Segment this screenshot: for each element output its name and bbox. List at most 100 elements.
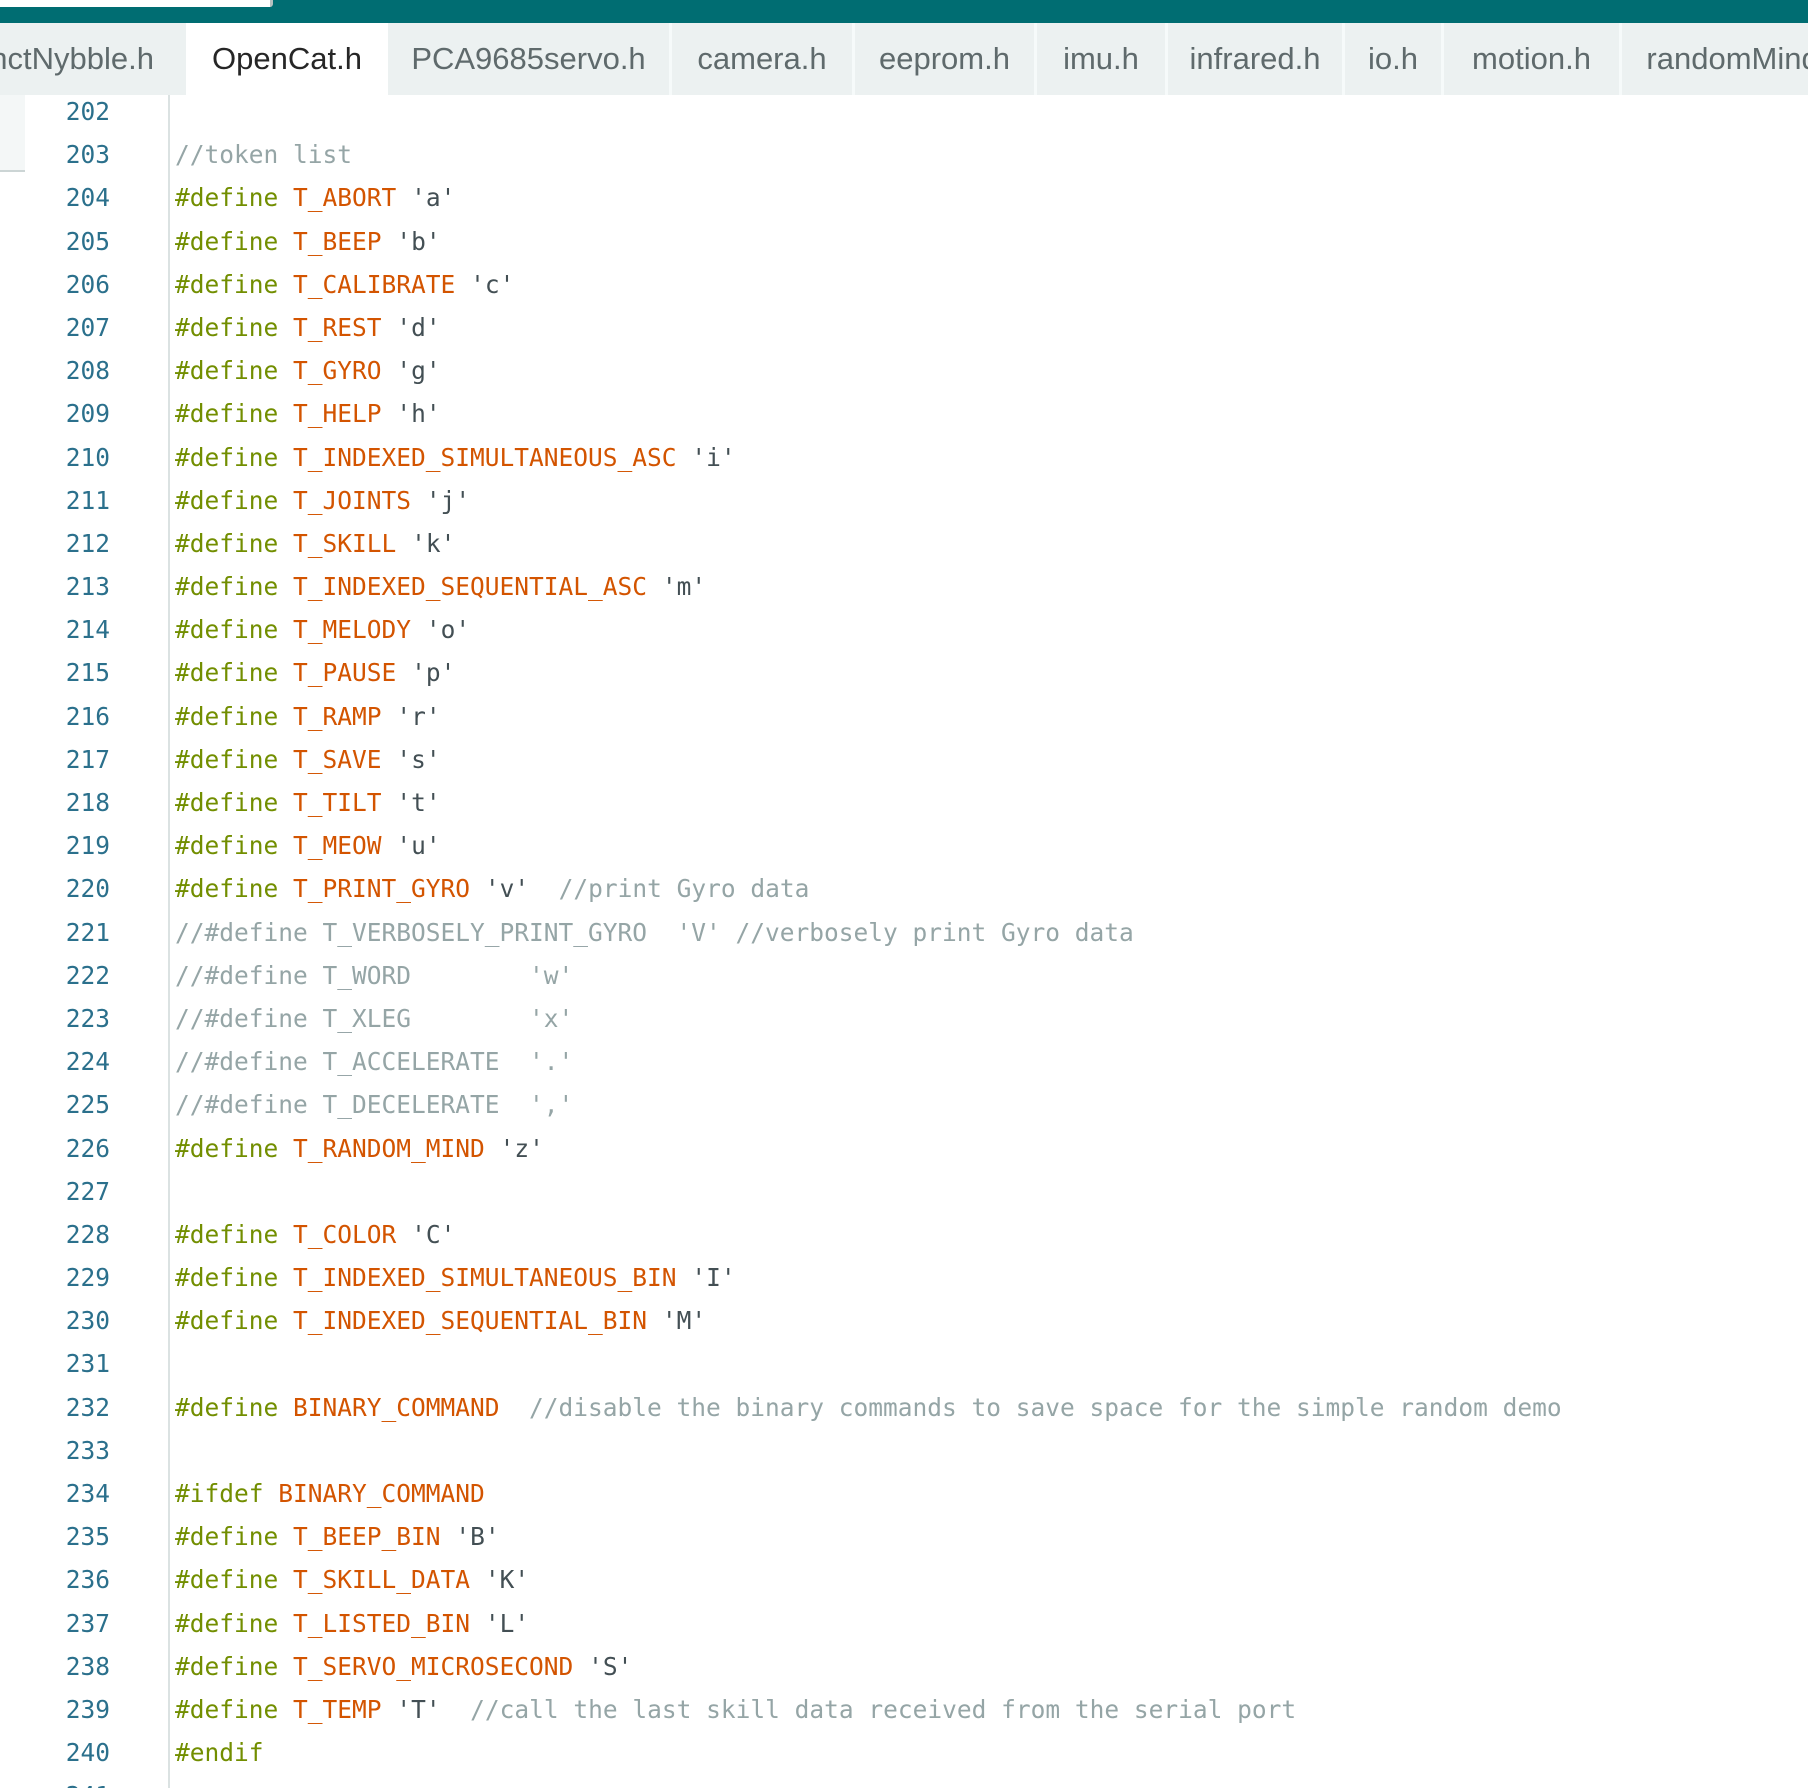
code-text: #define T_RANDOM_MIND 'z'	[175, 1127, 544, 1170]
code-line-203[interactable]: 203//token list	[0, 133, 1808, 176]
code-line-222[interactable]: 222 //#define T_WORD 'w'	[0, 954, 1808, 997]
code-text: #define T_GYRO 'g'	[175, 349, 441, 392]
tab-imu-h[interactable]: imu.h	[1034, 23, 1165, 95]
tab-label: motion.h	[1472, 41, 1591, 77]
code-line-218[interactable]: 218 #define T_TILT 't'	[0, 781, 1808, 824]
code-line-205[interactable]: 205#define T_BEEP 'b'	[0, 220, 1808, 263]
code-line-232[interactable]: 232#define BINARY_COMMAND //disable the …	[0, 1386, 1808, 1429]
code-line-226[interactable]: 226#define T_RANDOM_MIND 'z'	[0, 1127, 1808, 1170]
tab-randommind-h[interactable]: randomMind.h	[1619, 23, 1808, 95]
code-token-ch: 'm'	[662, 572, 706, 601]
code-line-212[interactable]: 212#define T_SKILL 'k'	[0, 522, 1808, 565]
code-token-pl	[278, 874, 293, 903]
code-token-com: //call the last skill data received from…	[441, 1695, 1297, 1724]
code-token-mac: T_LISTED_BIN	[293, 1609, 470, 1638]
tab-camera-h[interactable]: camera.h	[669, 23, 852, 95]
line-number: 225	[0, 1083, 110, 1126]
line-number: 232	[0, 1386, 110, 1429]
code-editor[interactable]: 202203//token list204#define T_ABORT 'a'…	[0, 95, 1808, 1788]
code-token-ch: 'B'	[455, 1522, 499, 1551]
code-line-217[interactable]: 217#define T_SAVE 's'	[0, 738, 1808, 781]
code-line-221[interactable]: 221//#define T_VERBOSELY_PRINT_GYRO 'V' …	[0, 911, 1808, 954]
tab-io-h[interactable]: io.h	[1342, 23, 1441, 95]
code-line-227[interactable]: 227	[0, 1170, 1808, 1213]
code-line-224[interactable]: 224//#define T_ACCELERATE '.'	[0, 1040, 1808, 1083]
code-line-239[interactable]: 239#define T_TEMP 'T' //call the last sk…	[0, 1688, 1808, 1731]
code-line-214[interactable]: 214#define T_MELODY 'o'	[0, 608, 1808, 651]
code-line-220[interactable]: 220#define T_PRINT_GYRO 'v' //print Gyro…	[0, 867, 1808, 910]
code-token-ch: 't'	[396, 788, 440, 817]
code-text: #define T_TILT 't'	[175, 781, 441, 824]
code-line-202[interactable]: 202	[0, 95, 1808, 133]
code-text: #define T_SKILL 'k'	[175, 522, 455, 565]
code-token-com: //#define T_VERBOSELY_PRINT_GYRO 'V' //v…	[175, 918, 1134, 947]
line-number: 218	[0, 781, 110, 824]
code-line-210[interactable]: 210#define T_INDEXED_SIMULTANEOUS_ASC 'i…	[0, 436, 1808, 479]
code-line-215[interactable]: 215#define T_PAUSE 'p'	[0, 651, 1808, 694]
code-token-kw: #define	[175, 313, 278, 342]
code-line-213[interactable]: 213#define T_INDEXED_SEQUENTIAL_ASC 'm'	[0, 565, 1808, 608]
tab-opencat-h[interactable]: OpenCat.h	[186, 23, 388, 95]
code-line-211[interactable]: 211#define T_JOINTS 'j'	[0, 479, 1808, 522]
code-line-238[interactable]: 238#define T_SERVO_MICROSECOND 'S'	[0, 1645, 1808, 1688]
code-line-231[interactable]: 231	[0, 1342, 1808, 1385]
code-token-mac: T_TEMP	[293, 1695, 382, 1724]
line-number: 222	[0, 954, 110, 997]
left-margin-strip	[0, 95, 25, 172]
code-line-209[interactable]: 209#define T_HELP 'h'	[0, 392, 1808, 435]
code-token-mac: T_INDEXED_SEQUENTIAL_BIN	[293, 1306, 647, 1335]
line-number: 234	[0, 1472, 110, 1515]
code-token-pl	[382, 702, 397, 731]
tab-motion-h[interactable]: motion.h	[1441, 23, 1619, 95]
code-token-ch: 'C'	[411, 1220, 455, 1249]
code-token-com: //#define T_WORD 'w'	[175, 961, 573, 990]
code-token-kw: #define	[175, 1565, 278, 1594]
line-number: 240	[0, 1731, 110, 1774]
code-token-kw: #define	[175, 529, 278, 558]
code-text: #define T_MEOW 'u'	[175, 824, 441, 867]
editor-tab-bar: InstinctNybble.h OpenCat.hPCA9685servo.hc…	[0, 23, 1808, 95]
code-line-208[interactable]: 208 #define T_GYRO 'g'	[0, 349, 1808, 392]
code-line-241[interactable]: 241	[0, 1774, 1808, 1788]
code-line-230[interactable]: 230#define T_INDEXED_SEQUENTIAL_BIN 'M'	[0, 1299, 1808, 1342]
tab-label: imu.h	[1063, 41, 1139, 77]
code-token-kw: #define	[175, 183, 278, 212]
code-text: //#define T_VERBOSELY_PRINT_GYRO 'V' //v…	[175, 911, 1134, 954]
code-token-pl	[278, 1609, 293, 1638]
code-line-240[interactable]: 240#endif	[0, 1731, 1808, 1774]
code-token-mac: T_BEEP_BIN	[293, 1522, 441, 1551]
code-line-223[interactable]: 223//#define T_XLEG 'x'	[0, 997, 1808, 1040]
line-number: 224	[0, 1040, 110, 1083]
code-line-219[interactable]: 219#define T_MEOW 'u'	[0, 824, 1808, 867]
line-number: 208	[0, 349, 110, 392]
code-token-kw: #define	[175, 1652, 278, 1681]
code-line-237[interactable]: 237#define T_LISTED_BIN 'L'	[0, 1602, 1808, 1645]
tab-instinctnybble-h[interactable]: InstinctNybble.h	[0, 23, 186, 95]
code-line-235[interactable]: 235#define T_BEEP_BIN 'B'	[0, 1515, 1808, 1558]
tab-infrared-h[interactable]: infrared.h	[1165, 23, 1342, 95]
code-token-kw: #define	[175, 227, 278, 256]
code-token-mac: T_SKILL	[293, 529, 396, 558]
code-line-228[interactable]: 228#define T_COLOR 'C'	[0, 1213, 1808, 1256]
code-line-229[interactable]: 229#define T_INDEXED_SIMULTANEOUS_BIN 'I…	[0, 1256, 1808, 1299]
tab-pca9685servo-h[interactable]: PCA9685servo.h	[388, 23, 669, 95]
code-token-pl	[647, 572, 662, 601]
code-line-204[interactable]: 204#define T_ABORT 'a'	[0, 176, 1808, 219]
code-line-233[interactable]: 233	[0, 1429, 1808, 1472]
code-line-236[interactable]: 236#define T_SKILL_DATA 'K'	[0, 1558, 1808, 1601]
code-line-225[interactable]: 225//#define T_DECELERATE ','	[0, 1083, 1808, 1126]
tab-label: InstinctNybble.h	[0, 41, 154, 77]
code-line-206[interactable]: 206#define T_CALIBRATE 'c'	[0, 263, 1808, 306]
code-line-207[interactable]: 207#define T_REST 'd'	[0, 306, 1808, 349]
code-text: #define T_HELP 'h'	[175, 392, 441, 435]
code-token-mac: T_JOINTS	[293, 486, 411, 515]
code-token-pl	[278, 227, 293, 256]
tab-eeprom-h[interactable]: eeprom.h	[852, 23, 1034, 95]
code-token-pl	[382, 745, 397, 774]
code-token-kw: #define	[175, 874, 278, 903]
code-token-pl	[647, 1306, 662, 1335]
code-token-mac: T_INDEXED_SEQUENTIAL_ASC	[293, 572, 647, 601]
code-token-com: //token list	[175, 140, 352, 169]
code-line-216[interactable]: 216#define T_RAMP 'r'	[0, 695, 1808, 738]
code-line-234[interactable]: 234#ifdef BINARY_COMMAND	[0, 1472, 1808, 1515]
